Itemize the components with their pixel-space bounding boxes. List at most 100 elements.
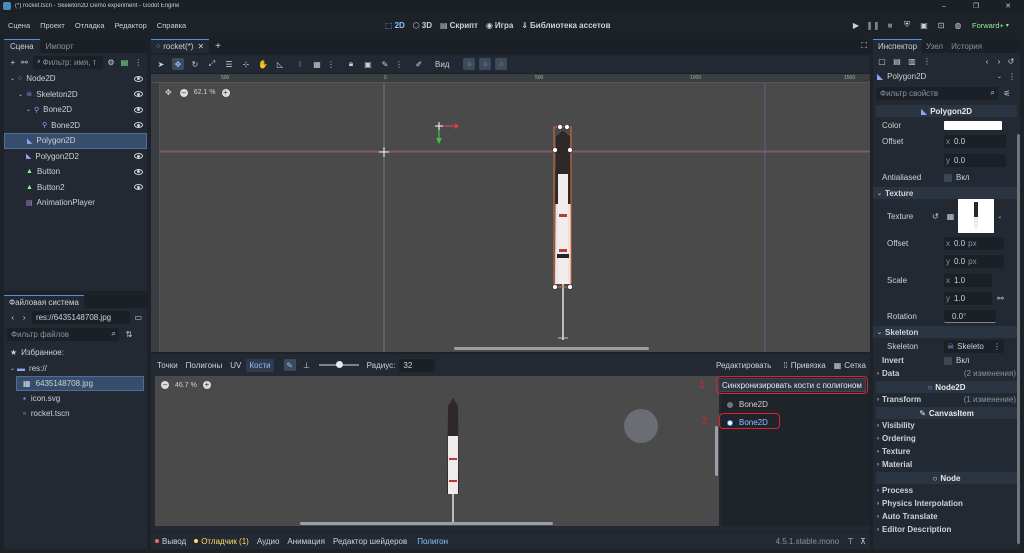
inspector-section[interactable]: › Texture (873, 445, 1020, 458)
script-attach-icon[interactable]: ▤ (119, 56, 131, 68)
data-section[interactable]: › Data (2 изменения) (873, 367, 1020, 380)
history-back-icon[interactable]: ‹ (981, 55, 993, 67)
link-icon[interactable]: ⚯ (19, 56, 31, 68)
group-icon[interactable]: ▣ (362, 58, 374, 70)
workspace-script[interactable]: ▤ Скрипт (440, 21, 478, 30)
skeleton-section[interactable]: ⌄ Skeleton (873, 326, 1020, 338)
history-forward-icon[interactable]: › (993, 55, 1005, 67)
inspector-section[interactable]: › Physics Interpolation (873, 497, 1020, 510)
play-scene-icon[interactable]: ▣ (918, 21, 930, 30)
menu-project[interactable]: Проект (40, 21, 65, 30)
uv-canvas[interactable]: – 46.7 % + (155, 376, 719, 526)
scene-tree-item[interactable]: ▤ AnimationPlayer (4, 195, 147, 211)
filter-options-icon[interactable]: ⚟ (1001, 87, 1013, 99)
tab-points[interactable]: Точки (154, 359, 181, 372)
inspector-section[interactable]: › Auto Translate (873, 510, 1020, 523)
rotation-field[interactable]: 0.0 ° (944, 310, 996, 323)
workspace-assetlib[interactable]: ⇓ Библиотека ассетов (521, 21, 610, 30)
object-menu-icon[interactable]: ⋮ (1008, 72, 1016, 81)
snap-options-icon[interactable]: ⁝ (294, 58, 306, 70)
rotate-tool-icon[interactable]: ↻ (189, 58, 201, 70)
play-icon[interactable]: ▶ (850, 21, 862, 30)
paint-weights-icon[interactable]: ✎ (283, 359, 296, 371)
minimize-button[interactable]: – (928, 3, 960, 10)
split-view-icon[interactable]: ▭ (133, 311, 144, 323)
tex-offset-y-field[interactable]: y 0.0 px (944, 255, 1004, 268)
tab-polygon[interactable]: Полигон (417, 537, 448, 546)
scene-tree-item[interactable]: ◣ Polygon2D2 (4, 149, 147, 165)
brush-size-slider[interactable] (318, 361, 359, 368)
maximize-button[interactable]: ❐ (960, 2, 992, 10)
new-resource-icon[interactable]: ▢ (876, 55, 888, 67)
invert-checkbox[interactable] (944, 356, 952, 365)
transform-section[interactable]: › Transform (1 изменение) (873, 393, 1020, 406)
inspector-section[interactable]: › Editor Description (873, 523, 1020, 536)
snap-menu[interactable]: Привязка (791, 361, 826, 370)
add-node-icon[interactable]: + (7, 56, 19, 68)
scene-tree-item[interactable]: ▲ Button2 (4, 180, 147, 196)
menu-editor[interactable]: Редактор (115, 21, 147, 30)
pause-icon[interactable]: ❚❚ (866, 21, 879, 30)
filesystem-title[interactable]: Файловая система (4, 295, 84, 308)
color-swatch[interactable] (944, 121, 1002, 130)
back-icon[interactable]: ‹ (7, 311, 18, 323)
texture-section[interactable]: ⌄ Texture (873, 187, 1020, 199)
favorites-item[interactable]: ★ Избранное: (4, 344, 147, 360)
more-snap-icon[interactable]: ⋮ (325, 58, 337, 70)
bone-more-icon[interactable]: ⋮ (393, 58, 405, 70)
grid-menu[interactable]: Сетка (844, 361, 866, 370)
pan-tool-icon[interactable]: ✋ (257, 58, 269, 70)
menu-help[interactable]: Справка (157, 21, 186, 30)
inspector-scrollbar[interactable] (1017, 134, 1020, 544)
list-tool-icon[interactable]: ☰ (223, 58, 235, 70)
workspace-3d[interactable]: ⬡ 3D (413, 21, 432, 30)
menu-scene[interactable]: Сцена (8, 21, 30, 30)
file-item-selected[interactable]: ▦ 6435148708.jpg (16, 376, 144, 391)
play-custom-icon[interactable]: ⊡ (935, 21, 947, 30)
inspector-section[interactable]: › Material (873, 458, 1020, 471)
polygon-tool-3-icon[interactable]: ⁘ (495, 58, 508, 70)
node2d-header[interactable]: ○ Node2D (876, 381, 1017, 393)
offset-y-field[interactable]: y 0.0 (944, 154, 1006, 167)
scene-tree-item[interactable]: ⌄ ☠ Skeleton2D (4, 87, 147, 103)
movie-maker-icon[interactable]: ◍ (952, 21, 964, 30)
visibility-eye-icon[interactable] (134, 91, 143, 98)
tab-rocket[interactable]: ○ rocket(*) ✕ (151, 39, 210, 53)
visibility-eye-icon[interactable] (134, 168, 143, 175)
polygon-tool-2-icon[interactable]: ⁘ (479, 58, 492, 70)
property-filter-input[interactable]: Фильтр свойств ⌕ (876, 86, 998, 100)
visibility-eye-icon[interactable] (134, 106, 143, 113)
workspace-2d[interactable]: ⬚ 2D (385, 21, 405, 30)
canvasitem-header[interactable]: ✎ CanvasItem (876, 407, 1017, 419)
lock-icon[interactable]: 🔒︎ (345, 58, 357, 70)
chevron-down-icon[interactable]: ⌄ (26, 106, 34, 113)
tab-shader-editor[interactable]: Редактор шейдеров (333, 537, 407, 546)
sort-icon[interactable]: ⇅ (123, 328, 135, 340)
tab-uv[interactable]: UV (227, 359, 244, 372)
polygon-tool-1-icon[interactable]: ⁘ (463, 58, 476, 70)
path-field[interactable]: res://6435148708.jpg (31, 310, 130, 324)
close-tab-icon[interactable]: ✕ (197, 42, 204, 51)
file-filter-input[interactable]: Фильтр файлов ⌕ (7, 327, 119, 341)
renderer-select[interactable]: Forward+ (972, 21, 1004, 30)
scene-tree-item-selected[interactable]: ◣ Polygon2D (4, 133, 147, 149)
visibility-eye-icon[interactable] (134, 184, 143, 191)
antialiased-checkbox[interactable] (944, 173, 952, 182)
save-resource-icon[interactable]: ▥ (906, 55, 918, 67)
ruler-tool-icon[interactable]: ◺ (274, 58, 286, 70)
node-header[interactable]: ○ Node (876, 472, 1017, 484)
scale-y-field[interactable]: y 1.0 (944, 292, 992, 305)
tab-debugger[interactable]: Отладчик (1) (201, 537, 249, 546)
forward-icon[interactable]: › (18, 311, 29, 323)
viewport-h-scrollbar[interactable] (454, 347, 649, 350)
pivot-tool-icon[interactable]: ⊹ (240, 58, 252, 70)
visibility-eye-icon[interactable] (134, 122, 143, 129)
load-resource-icon[interactable]: ▤ (891, 55, 903, 67)
tab-scene[interactable]: Сцена (4, 39, 40, 53)
expand-icon[interactable]: ⊼ (860, 537, 866, 546)
menu-icon[interactable]: ⋮ (993, 342, 1001, 351)
tab-audio[interactable]: Аудио (257, 537, 280, 546)
tab-animation[interactable]: Анимация (287, 537, 325, 546)
scene-tree-item[interactable]: ▲ Button (4, 164, 147, 180)
visibility-eye-icon[interactable] (134, 153, 143, 160)
